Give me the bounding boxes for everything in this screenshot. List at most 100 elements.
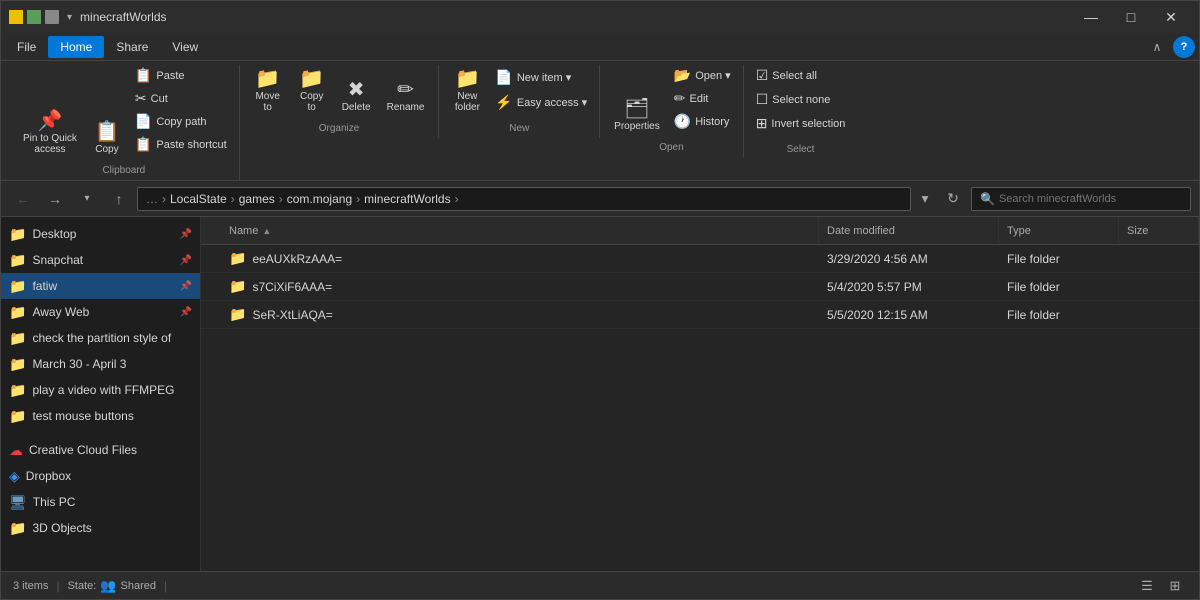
col-header-size[interactable]: Size: [1119, 217, 1199, 244]
folder-icon: 📁: [9, 226, 26, 243]
copy-path-button[interactable]: 📄 Copy path: [131, 111, 231, 132]
status-bar: 3 items | State: 👥 Shared | ☰ ⊞: [1, 571, 1199, 599]
help-button[interactable]: ?: [1173, 36, 1195, 58]
folder-icon: 📁: [9, 520, 26, 537]
path-worlds: minecraftWorlds: [364, 192, 450, 206]
ribbon-select-group: ☑ Select all ☐ Select none ⊞ Invert sele…: [744, 65, 858, 159]
delete-icon: ✖: [348, 80, 365, 100]
sidebar-item-partition[interactable]: 📁 check the partition style of: [1, 325, 200, 351]
invert-selection-button[interactable]: ⊞ Invert selection: [752, 113, 850, 134]
properties-button[interactable]: 🗂 Properties: [608, 95, 666, 136]
sidebar-item-mouse[interactable]: 📁 test mouse buttons: [1, 403, 200, 429]
delete-button[interactable]: ✖ Delete: [336, 76, 377, 117]
ribbon-open-group: 🗂 Properties 📂 Open ▾ ✏ Edit: [600, 65, 744, 157]
sidebar-item-fatiw[interactable]: 📁 fatiw 📌: [1, 273, 200, 299]
paste-shortcut-button[interactable]: 📋 Paste shortcut: [131, 134, 231, 155]
address-path[interactable]: … › LocalState › games › com.mojang › mi…: [137, 187, 911, 211]
paste-button[interactable]: 📋 Paste: [131, 65, 231, 86]
new-items: 📁 New folder 📄 New item ▾ ⚡ Easy access …: [447, 65, 591, 121]
select-label: Select: [787, 142, 815, 159]
menu-share[interactable]: Share: [104, 36, 160, 58]
pin-icon: 📌: [38, 111, 63, 131]
refresh-button[interactable]: ↻: [939, 185, 967, 213]
search-box: 🔍: [971, 187, 1191, 211]
col-header-type[interactable]: Type: [999, 217, 1119, 244]
folder-icon: 📁: [9, 382, 26, 399]
pin-quick-access-button[interactable]: 📌 Pin to Quick access: [17, 107, 83, 159]
items-count: 3 items: [13, 580, 48, 592]
close-button[interactable]: ✕: [1151, 1, 1191, 33]
edit-icon: ✏: [674, 90, 686, 107]
creative-cloud-icon: ☁: [9, 442, 23, 459]
easy-access-button[interactable]: ⚡ Easy access ▾: [491, 92, 591, 113]
this-pc-icon: 🖥: [9, 494, 27, 511]
open-button[interactable]: 📂 Open ▾: [670, 65, 735, 86]
folder-icon: 📁: [9, 278, 26, 295]
up-button[interactable]: ↑: [105, 185, 133, 213]
col-type-label: Type: [1007, 225, 1031, 237]
file-row-1[interactable]: 📁 eeAUXkRzAAA= 3/29/2020 4:56 AM File fo…: [201, 245, 1199, 273]
large-icons-button[interactable]: ⊞: [1163, 576, 1187, 596]
copy-path-label: Copy path: [156, 116, 206, 128]
col-header-date[interactable]: Date modified: [819, 217, 999, 244]
cut-label: Cut: [151, 93, 168, 105]
new-item-label: New item ▾: [517, 71, 571, 84]
sidebar-item-dropbox[interactable]: ◈ Dropbox: [1, 463, 200, 489]
back-button[interactable]: ←: [9, 185, 37, 213]
title-icon-3: [45, 10, 59, 24]
sidebar-item-this-pc[interactable]: 🖥 This PC: [1, 489, 200, 515]
sidebar-item-march[interactable]: 📁 March 30 - April 3: [1, 351, 200, 377]
maximize-button[interactable]: □: [1111, 1, 1151, 33]
file-name-cell-2: 📁 s7CiXiF6AAA=: [221, 278, 819, 295]
file-list: 📁 eeAUXkRzAAA= 3/29/2020 4:56 AM File fo…: [201, 245, 1199, 571]
new-folder-button[interactable]: 📁 New folder: [447, 65, 487, 117]
search-input[interactable]: [999, 193, 1182, 205]
paste-shortcut-icon: 📋: [135, 136, 152, 153]
recent-button[interactable]: ▾: [73, 185, 101, 213]
move-label: Move to: [255, 91, 279, 113]
check-icon: [27, 10, 41, 24]
edit-button[interactable]: ✏ Edit: [670, 88, 735, 109]
copy-to-button[interactable]: 📁 Copy to: [292, 65, 332, 117]
select-none-button[interactable]: ☐ Select none: [752, 89, 850, 110]
ribbon-collapse-button[interactable]: ∧: [1145, 35, 1169, 59]
file-row-3[interactable]: 📁 SeR-XtLiAQA= 5/5/2020 12:15 AM File fo…: [201, 301, 1199, 329]
copy-button[interactable]: 📋 Copy: [87, 118, 127, 159]
move-to-button[interactable]: 📁 Move to: [248, 65, 288, 117]
shared-icon: 👥: [100, 578, 116, 594]
sidebar: 📁 Desktop 📌 📁 Snapchat 📌 📁 fatiw 📌 📁 Awa…: [1, 217, 201, 571]
title-bar: ▾ minecraftWorlds — □ ✕: [1, 1, 1199, 33]
select-all-button[interactable]: ☑ Select all: [752, 65, 850, 86]
sidebar-label-partition: check the partition style of: [32, 331, 192, 345]
paste-label: Paste: [156, 70, 184, 82]
sidebar-item-desktop[interactable]: 📁 Desktop 📌: [1, 221, 200, 247]
menu-home[interactable]: Home: [48, 36, 104, 58]
file-name-1: eeAUXkRzAAA=: [252, 252, 342, 266]
file-area: Name ▲ Date modified Type Size �: [201, 217, 1199, 571]
cut-button[interactable]: ✂ Cut: [131, 88, 231, 109]
rename-button[interactable]: ✏ Rename: [381, 76, 431, 117]
details-view-button[interactable]: ☰: [1135, 576, 1159, 596]
sidebar-item-snapchat[interactable]: 📁 Snapchat 📌: [1, 247, 200, 273]
col-header-name[interactable]: Name ▲: [221, 217, 819, 244]
menu-file[interactable]: File: [5, 36, 48, 58]
title-bar-icons: [9, 10, 59, 24]
forward-button[interactable]: →: [41, 185, 69, 213]
sidebar-item-3d-objects[interactable]: 📁 3D Objects: [1, 515, 200, 541]
sidebar-item-ffmpeg[interactable]: 📁 play a video with FFMPEG: [1, 377, 200, 403]
new-item-button[interactable]: 📄 New item ▾: [491, 67, 591, 88]
delete-label: Delete: [342, 102, 371, 113]
sidebar-item-away-web[interactable]: 📁 Away Web 📌: [1, 299, 200, 325]
path-dropdown-button[interactable]: ▾: [915, 187, 935, 211]
file-row-2[interactable]: 📁 s7CiXiF6AAA= 5/4/2020 5:57 PM File fol…: [201, 273, 1199, 301]
sidebar-label-march: March 30 - April 3: [32, 357, 192, 371]
menu-view[interactable]: View: [160, 36, 210, 58]
sidebar-item-creative-cloud[interactable]: ☁ Creative Cloud Files: [1, 437, 200, 463]
minimize-button[interactable]: —: [1071, 1, 1111, 33]
new-label: New: [509, 121, 529, 138]
clipboard-label: Clipboard: [102, 163, 145, 180]
edit-label: Edit: [689, 93, 708, 105]
address-bar: ← → ▾ ↑ … › LocalState › games › com.moj…: [1, 181, 1199, 217]
ribbon: 📌 Pin to Quick access 📋 Copy 📋 Paste: [1, 61, 1199, 181]
history-button[interactable]: 🕐 History: [670, 111, 735, 132]
